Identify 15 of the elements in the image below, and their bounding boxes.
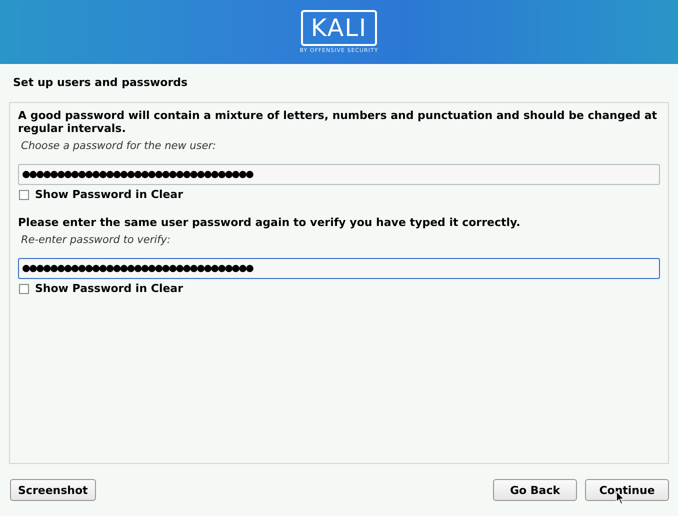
continue-button[interactable]: Continue <box>585 479 669 501</box>
checkbox[interactable] <box>19 190 29 200</box>
go-back-button[interactable]: Go Back <box>493 479 577 501</box>
checkbox[interactable] <box>19 284 29 294</box>
field-prompt: Choose a password for the new user: <box>21 140 218 152</box>
field-prompt: Re-enter password to verify: <box>21 234 172 246</box>
password-field[interactable]: ●●●●●●●●●●●●●●●●●●●●●●●●●●●●●●●●● <box>18 164 660 185</box>
page-title: Set up users and passwords <box>12 75 189 91</box>
instruction-text: Please enter the same user password again to verify you have typed it correctly. <box>18 216 522 229</box>
instruction-text: A good password will contain a mixture of letters, numbers and punctuation and should be changed at regular intervals. <box>18 109 658 135</box>
logo: KALI <box>300 10 378 46</box>
checkbox-label: Show Password in Clear <box>35 188 184 201</box>
screenshot-button[interactable]: Screenshot <box>10 479 96 501</box>
password-field[interactable]: ●●●●●●●●●●●●●●●●●●●●●●●●●●●●●●●●● <box>18 258 660 279</box>
checkbox-label: Show Password in Clear <box>35 282 184 295</box>
